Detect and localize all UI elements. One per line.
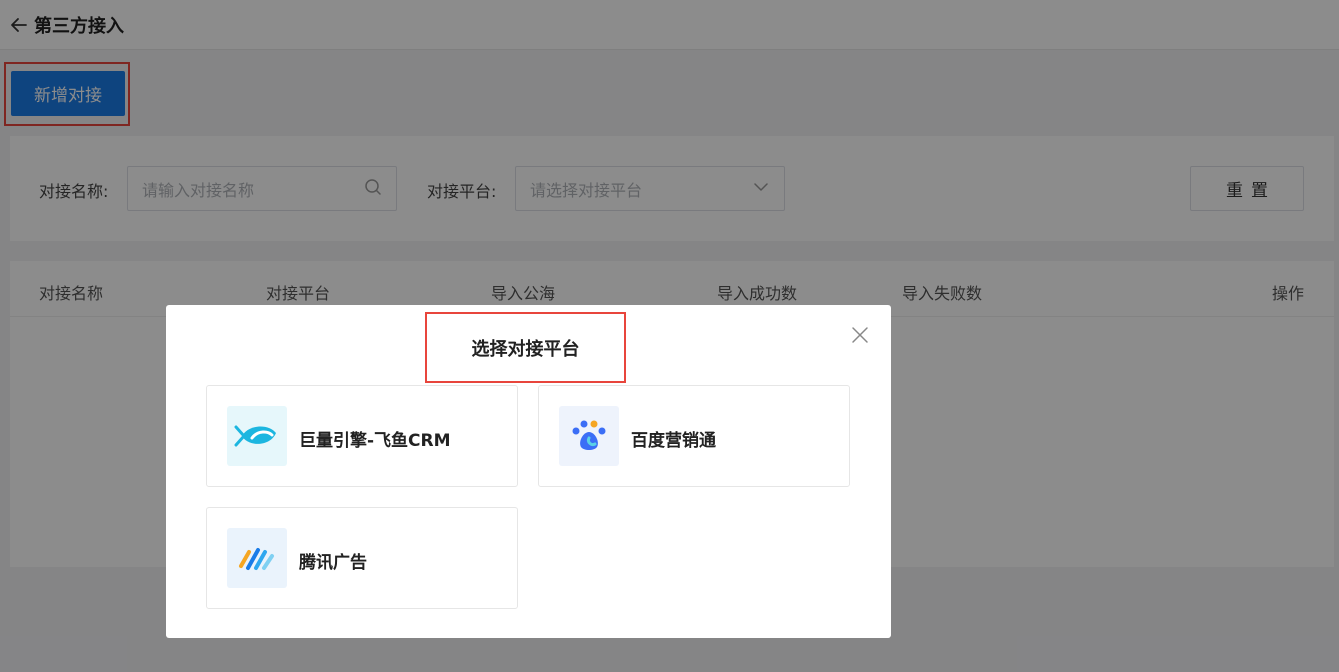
close-icon[interactable] (850, 325, 870, 345)
platform-card-baidu[interactable]: 百度营销通 (538, 385, 850, 487)
platform-name-feiyu: 巨量引擎-飞鱼CRM (299, 431, 451, 451)
dialog-title-highlight: 选择对接平台 (425, 312, 626, 383)
platform-card-tencent[interactable]: 腾讯广告 (206, 507, 518, 609)
dialog-title: 选择对接平台 (471, 338, 580, 360)
platform-card-feiyu[interactable]: 巨量引擎-飞鱼CRM (206, 385, 518, 487)
platform-name-baidu: 百度营销通 (631, 431, 716, 451)
platform-name-tencent: 腾讯广告 (299, 553, 367, 573)
paw-icon (559, 406, 619, 466)
select-platform-dialog: 选择对接平台 巨量引擎-飞鱼CRM 百度营销通 腾讯广告 (166, 305, 891, 638)
fish-icon (227, 406, 287, 466)
stripes-icon (227, 528, 287, 588)
